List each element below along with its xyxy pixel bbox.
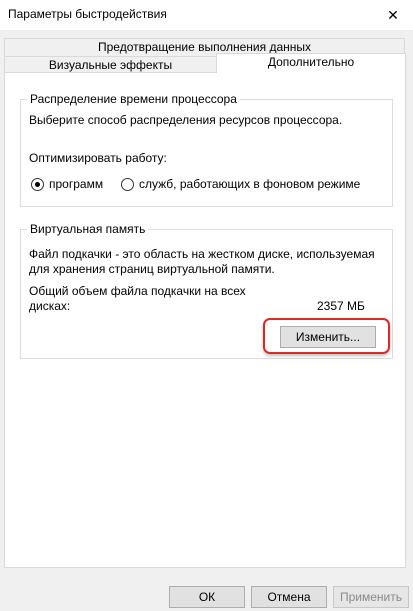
performance-options-window: Параметры быстродействия ✕ Предотвращени… [0,0,413,611]
radio-services-label: служб, работающих в фоновом режиме [139,177,361,191]
window-title: Параметры быстродействия [8,7,167,21]
ok-button[interactable]: ОК [169,586,245,608]
close-icon: ✕ [387,6,399,23]
cpu-scheduling-group: Распределение времени процессора Выберит… [20,92,393,207]
vm-description-line1: Файл подкачки - это область на жестком д… [29,247,375,261]
radio-services-circle[interactable] [121,177,134,191]
tab-advanced[interactable]: Дополнительно [216,53,406,73]
apply-button[interactable]: Применить [333,586,409,608]
radio-programs[interactable]: программ [31,177,103,191]
change-button-highlight: Изменить... [263,318,390,354]
tab-strip: Предотвращение выполнения данных Визуаль… [0,30,413,74]
radio-background-services[interactable]: служб, работающих в фоновом режиме [121,177,360,191]
cpu-description: Выберите способ распределения ресурсов п… [29,113,343,127]
optimize-label: Оптимизировать работу: [29,151,167,165]
close-button[interactable]: ✕ [373,0,413,30]
radio-programs-label: программ [49,177,104,191]
radio-programs-circle[interactable] [31,177,44,191]
vm-group-title: Виртуальная память [27,222,149,236]
advanced-panel: Распределение времени процессора Выберит… [4,72,406,568]
cancel-button[interactable]: Отмена [251,586,327,608]
total-pagefile-value: 2357 МБ [317,299,365,313]
total-pagefile-label-line1: Общий объем файла подкачки на всех [29,284,246,298]
vm-description-line2: для хранения страниц виртуальной памяти. [29,262,275,276]
cpu-group-title: Распределение времени процессора [27,92,240,106]
total-pagefile-label-line2: дисках: [29,299,71,313]
change-button[interactable]: Изменить... [280,326,376,348]
title-bar: Параметры быстродействия ✕ [0,0,413,30]
